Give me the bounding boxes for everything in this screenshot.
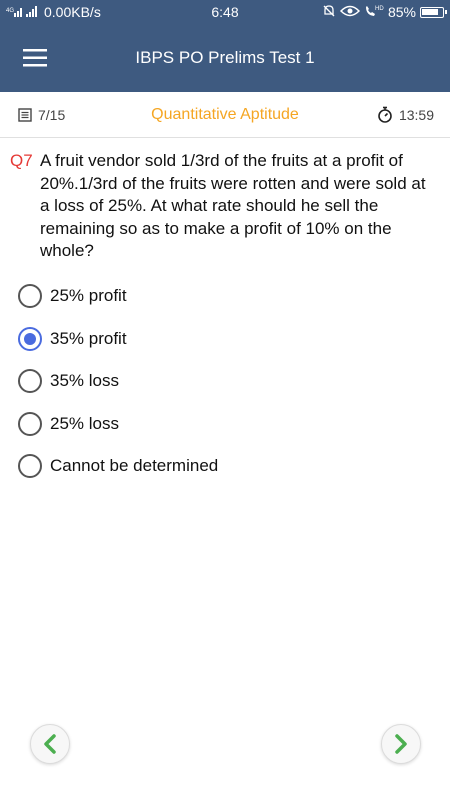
progress-text: 7/15 xyxy=(38,106,66,123)
option-label: 25% profit xyxy=(50,286,127,306)
battery-icon xyxy=(420,6,447,18)
app-bar: IBPS PO Prelims Test 1 xyxy=(0,24,450,92)
network-speed: 0.00KB/s xyxy=(44,4,101,20)
chevron-right-icon xyxy=(395,734,407,754)
svg-text:4G: 4G xyxy=(6,8,14,14)
timer: 13:59 xyxy=(377,106,434,123)
option-1[interactable]: 25% profit xyxy=(18,275,428,318)
previous-button[interactable] xyxy=(30,724,70,764)
radio-button-selected[interactable] xyxy=(18,326,42,351)
option-3[interactable]: 35% loss xyxy=(18,360,428,403)
info-bar: 7/15 Quantitative Aptitude 13:59 xyxy=(0,92,450,138)
status-left: 4G 0.00KB/s xyxy=(6,4,101,20)
battery-level: 85% xyxy=(387,4,416,20)
radio-button[interactable] xyxy=(18,411,42,436)
list-icon xyxy=(18,107,32,122)
next-button[interactable] xyxy=(381,724,421,764)
radio-button[interactable] xyxy=(18,284,42,309)
question-text: A fruit vendor sold 1/3rd of the fruits … xyxy=(40,151,426,260)
option-4[interactable]: 25% loss xyxy=(18,403,428,446)
eye-icon xyxy=(339,4,361,20)
option-label: 25% loss xyxy=(50,413,119,433)
silent-icon xyxy=(322,4,336,21)
hd-call-icon: HD xyxy=(364,4,384,21)
timer-text: 13:59 xyxy=(398,106,434,123)
page-title: IBPS PO Prelims Test 1 xyxy=(135,48,315,67)
question-counter: 7/15 xyxy=(18,107,65,123)
question: Q7 A fruit vendor sold 1/3rd of the frui… xyxy=(10,150,436,263)
options-list: 25% profit 35% profit 35% loss 25% loss … xyxy=(18,275,428,488)
option-5[interactable]: Cannot be determined xyxy=(18,445,428,488)
stopwatch-icon xyxy=(378,106,392,123)
hamburger-icon xyxy=(23,49,47,67)
option-label: 35% profit xyxy=(50,328,127,348)
svg-text:HD: HD xyxy=(375,6,384,12)
status-right: HD 85% xyxy=(322,4,447,21)
radio-button[interactable] xyxy=(18,454,42,479)
question-number: Q7 xyxy=(10,151,33,170)
option-2[interactable]: 35% profit xyxy=(18,318,428,361)
signal-icon: 4G xyxy=(6,4,40,20)
radio-button[interactable] xyxy=(18,369,42,394)
menu-button[interactable] xyxy=(0,24,70,92)
chevron-left-icon xyxy=(44,734,56,754)
status-bar: 4G 0.00KB/s 6:48 HD 85% xyxy=(0,0,450,24)
option-label: Cannot be determined xyxy=(50,456,219,476)
option-label: 35% loss xyxy=(50,371,119,391)
